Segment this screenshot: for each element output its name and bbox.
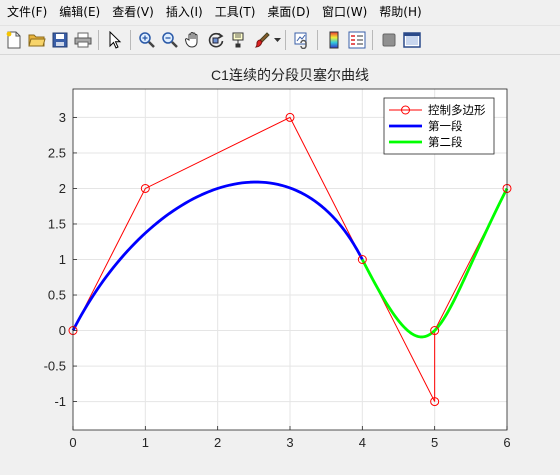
menu-file[interactable]: 文件(F) (0, 0, 52, 24)
data-cursor-button[interactable] (229, 29, 249, 51)
hide-plot-tools-button[interactable] (379, 29, 399, 51)
y-tick-label: 2.5 (48, 145, 66, 160)
save-button[interactable] (50, 29, 70, 51)
y-tick-label: 1.5 (48, 216, 66, 231)
save-icon (52, 32, 67, 48)
y-tick-label: 3 (59, 110, 66, 125)
x-tick-label: 2 (214, 435, 221, 450)
print-icon (74, 32, 91, 48)
menu-tools[interactable]: 工具(T) (208, 0, 261, 24)
menu-window[interactable]: 窗口(W) (315, 0, 372, 24)
pan-button[interactable] (183, 29, 203, 51)
edit-plot-button[interactable] (105, 29, 125, 51)
legend-label-control-polygon: 控制多边形 (428, 103, 486, 117)
open-button[interactable] (27, 29, 47, 51)
dropdown-arrow-icon (273, 38, 281, 42)
x-tick-label: 6 (503, 435, 510, 450)
menu-view[interactable]: 查看(V) (105, 0, 159, 24)
pointer-icon (109, 31, 121, 49)
figure-toolbar (0, 25, 560, 55)
toolbar-separator (98, 30, 99, 50)
zoom-out-button[interactable] (160, 29, 180, 51)
y-tick-label: 1 (59, 252, 66, 267)
x-tick-label: 1 (142, 435, 149, 450)
colorbar-icon (329, 31, 338, 49)
print-button[interactable] (73, 29, 93, 51)
menubar: 文件(F) 编辑(E) 查看(V) 插入(I) 工具(T) 桌面(D) 窗口(W… (0, 0, 560, 24)
insert-colorbar-button[interactable] (324, 29, 344, 51)
toolbar-separator (372, 30, 373, 50)
y-tick-label: 0 (59, 323, 66, 338)
x-tick-label: 0 (69, 435, 76, 450)
menu-help[interactable]: 帮助(H) (372, 0, 426, 24)
menu-insert[interactable]: 插入(I) (159, 0, 208, 24)
hide-plot-tools-icon (382, 33, 395, 47)
new-file-button[interactable] (4, 29, 24, 51)
y-tick-label: 2 (59, 181, 66, 196)
menu-desktop[interactable]: 桌面(D) (260, 0, 315, 24)
show-plot-tools-icon (402, 32, 421, 48)
rotate-3d-button[interactable] (206, 29, 226, 51)
open-folder-icon (27, 34, 46, 47)
y-tick-label: 0.5 (48, 288, 66, 303)
x-tick-label: 3 (286, 435, 293, 450)
chart-title: C1连续的分段贝塞尔曲线 (211, 67, 369, 83)
pan-hand-icon (184, 32, 197, 48)
brush-dropdown[interactable] (273, 29, 281, 51)
brush-button[interactable] (252, 29, 272, 51)
legend-label-segment2: 第二段 (428, 135, 463, 149)
brush-icon (254, 32, 270, 48)
toolbar-separator (130, 30, 131, 50)
x-tick-label: 4 (359, 435, 366, 450)
y-tick-label: -0.5 (44, 359, 66, 374)
y-tick-label: -1 (54, 394, 66, 409)
rotate-3d-icon (208, 32, 223, 48)
data-cursor-icon (232, 32, 243, 48)
menu-edit[interactable]: 编辑(E) (52, 0, 105, 24)
show-plot-tools-button[interactable] (402, 29, 422, 51)
x-tick-label: 5 (431, 435, 438, 450)
legend[interactable]: 控制多边形 第一段 第二段 (383, 97, 495, 155)
legend-label-segment1: 第一段 (428, 119, 463, 133)
figure-canvas: 0 1 2 3 4 5 6-1-0.500.511.522.53 C1连续的分段贝塞尔曲线 … (0, 56, 560, 475)
insert-legend-button[interactable] (347, 29, 367, 51)
zoom-in-button[interactable] (137, 29, 157, 51)
link-plot-icon (294, 32, 307, 49)
toolbar-separator (285, 30, 286, 50)
toolbar-separator (317, 30, 318, 50)
new-file-icon (6, 31, 20, 49)
legend-icon (348, 31, 365, 49)
zoom-in-icon (138, 32, 155, 48)
link-plot-button[interactable] (292, 29, 312, 51)
zoom-out-icon (161, 32, 178, 48)
